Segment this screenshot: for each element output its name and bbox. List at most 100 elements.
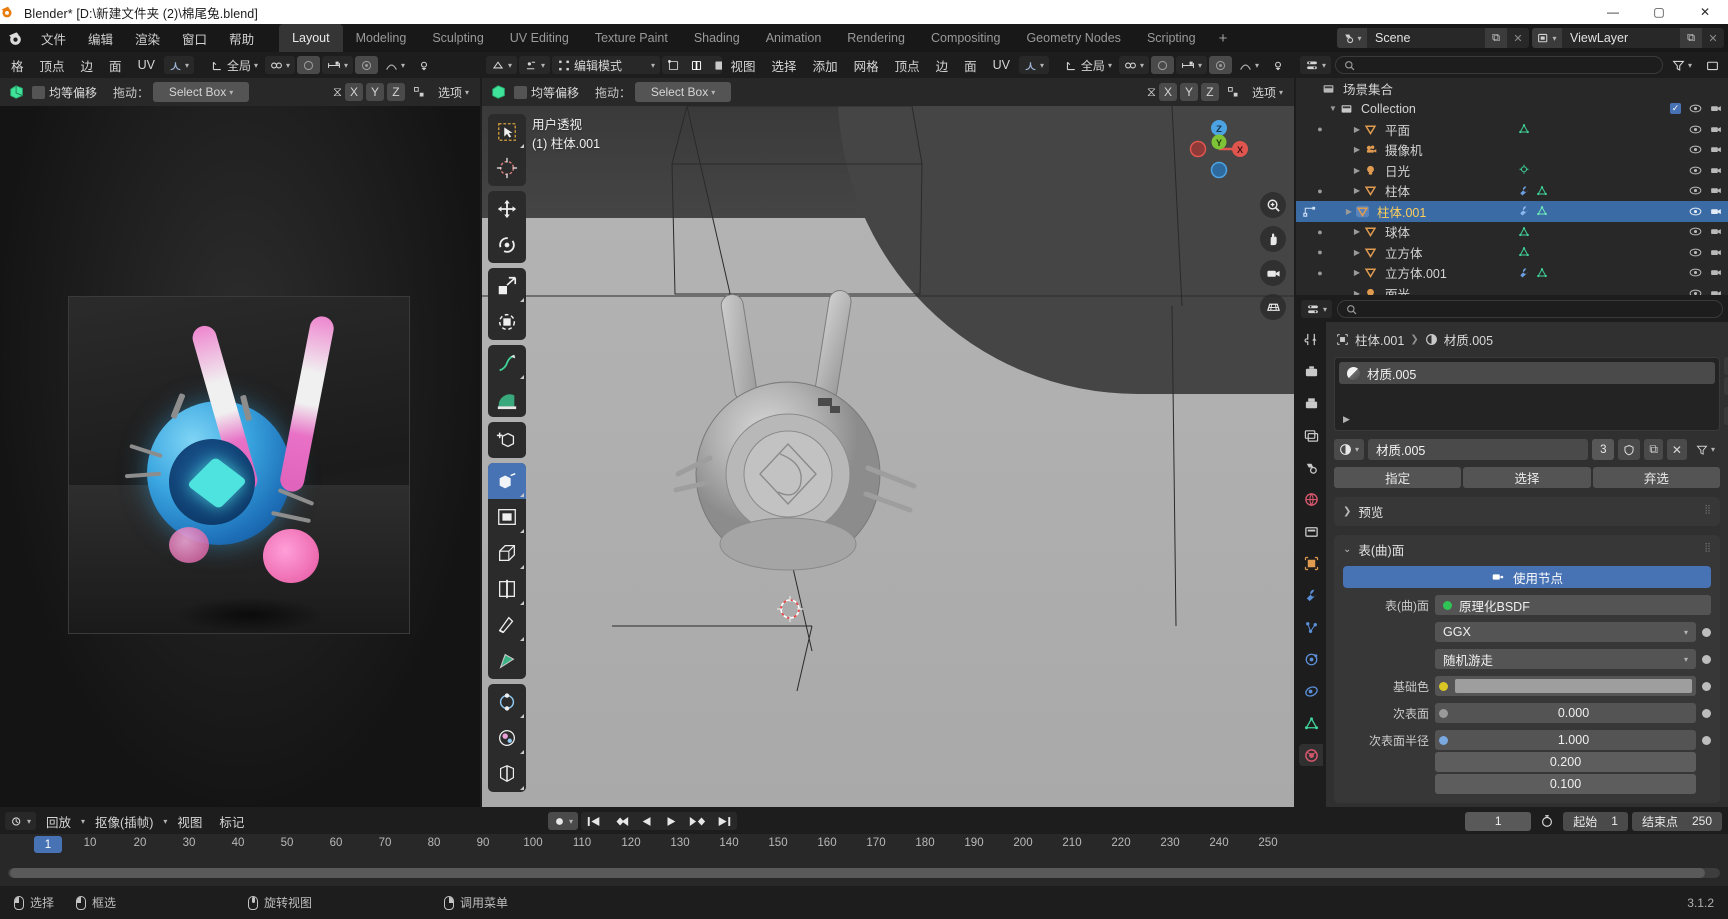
outliner-item-row-7[interactable]: ● ▶ 立方体.001	[1296, 263, 1728, 284]
viewport-menu-uv[interactable]: UV	[986, 58, 1017, 72]
menu-render[interactable]: 渲染	[124, 24, 171, 52]
workspace-tab-shading[interactable]: Shading	[681, 24, 753, 52]
scene-icon[interactable]: ▾	[1337, 28, 1367, 48]
proportional-falloff-dropdown-vp[interactable]: ▾	[1019, 56, 1050, 74]
deselect-button[interactable]: 弃选	[1592, 467, 1720, 488]
tool-rotate[interactable]	[488, 227, 526, 263]
proportional-size-button-vp[interactable]: ▾	[1175, 56, 1207, 74]
workspace-tab-compositing[interactable]: Compositing	[918, 24, 1013, 52]
collection-hide-eye-icon[interactable]	[1689, 103, 1702, 114]
toggle-perspective-icon[interactable]	[1260, 294, 1286, 320]
frame-end-field[interactable]: 结束点 250	[1631, 811, 1722, 831]
camera-view-icon[interactable]	[1260, 260, 1286, 286]
item-2-render-icon[interactable]	[1710, 165, 1722, 176]
outliner-item-row-6[interactable]: ● ▶ 立方体	[1296, 242, 1728, 263]
snapping-dropdown-vp[interactable]: ▾	[1118, 56, 1149, 74]
outliner-item-row-5[interactable]: ● ▶ 球体	[1296, 222, 1728, 243]
tool-move[interactable]	[488, 191, 526, 227]
workspace-tab-scripting[interactable]: Scripting	[1134, 24, 1209, 52]
use-preview-range-icon[interactable]	[1535, 812, 1559, 830]
timeline-scrollbar-thumb[interactable]	[10, 868, 1705, 878]
viewport-options-dropdown[interactable]: 选项 ▾	[1247, 83, 1288, 101]
item-0-mesh-tri-icon[interactable]	[1518, 123, 1530, 135]
mirror-options-button[interactable]	[407, 83, 430, 101]
viewport-drag-mode-dropdown[interactable]: Select Box ▾	[635, 82, 732, 102]
timeline-ruler[interactable]: 1 10 20 30 40 50 60 70 80 90 100 110 120…	[0, 834, 1728, 856]
tab-modifier[interactable]	[1299, 584, 1323, 606]
workspace-tab-layout[interactable]: Layout	[279, 24, 343, 52]
remove-viewlayer-button[interactable]: ✕	[1702, 28, 1724, 48]
viewport-menu-mesh[interactable]: 网格	[847, 56, 886, 75]
item-5-restrict-dot[interactable]: ●	[1314, 227, 1326, 237]
add-material-slot-button[interactable]: +	[1724, 357, 1728, 375]
add-workspace-button[interactable]: +	[1209, 24, 1238, 52]
xray-toggle[interactable]	[1208, 56, 1232, 74]
item-1-hide-eye-icon[interactable]	[1689, 144, 1702, 155]
collection-expand-icon[interactable]: ▼	[1326, 104, 1340, 113]
subsurface-radius-x-field[interactable]: 1.000	[1435, 730, 1696, 750]
properties-editor-type-dropdown[interactable]: ▾	[1301, 300, 1333, 318]
timeline-editor-type-dropdown[interactable]: ▾	[5, 812, 37, 830]
left-options-dropdown[interactable]: 选项 ▾	[433, 83, 474, 101]
workspace-tab-rendering[interactable]: Rendering	[834, 24, 918, 52]
menu-edit[interactable]: 编辑	[77, 24, 124, 52]
tool-loop-cut[interactable]	[488, 571, 526, 607]
current-frame-field[interactable]: 1	[1465, 811, 1532, 831]
item-6-render-icon[interactable]	[1710, 247, 1722, 258]
tool-scale[interactable]	[488, 268, 526, 304]
frame-start-field[interactable]: 起始 1	[1563, 811, 1628, 831]
select-button[interactable]: 选择	[1463, 467, 1591, 488]
navigation-gizmo[interactable]: Z X Y	[1186, 116, 1252, 182]
vertex-select-mode-button[interactable]	[662, 56, 685, 74]
item-4-mesh-tri-icon[interactable]	[1536, 205, 1548, 217]
item-2-expand-icon[interactable]: ▶	[1350, 166, 1364, 175]
new-viewlayer-button[interactable]: ⧉	[1680, 28, 1702, 48]
tab-constraints[interactable]	[1299, 680, 1323, 702]
proportional-size-button[interactable]: ▾	[322, 56, 354, 74]
item-3-modifier-wrench-icon[interactable]	[1518, 185, 1530, 197]
mirror-y-toggle[interactable]: Y	[365, 83, 384, 101]
falloff-curve-dropdown[interactable]: ▾	[380, 56, 410, 74]
pivot-point-dropdown[interactable]: ▾	[519, 56, 551, 74]
item-7-mesh-tri-icon[interactable]	[1536, 267, 1548, 279]
outliner-search-input[interactable]	[1335, 56, 1663, 74]
tool-bevel[interactable]	[488, 535, 526, 571]
interaction-mode-dropdown[interactable]: 编辑模式 ▾	[552, 56, 661, 74]
item-5-mesh-tri-icon[interactable]	[1518, 226, 1530, 238]
distribution-socket-icon[interactable]	[1702, 627, 1711, 637]
timeline-menu-marker[interactable]: 标记	[212, 812, 251, 831]
transform-orientation-dropdown[interactable]: 全局 ▾	[206, 56, 263, 74]
viewlayer-icon[interactable]: ▾	[1532, 28, 1562, 48]
material-users-count[interactable]: 3	[1592, 439, 1615, 460]
distribution-dropdown[interactable]: GGX ▾	[1435, 622, 1696, 642]
workspace-tab-texture-paint[interactable]: Texture Paint	[582, 24, 681, 52]
base-color-field[interactable]	[1435, 676, 1696, 696]
play-button[interactable]	[659, 812, 683, 830]
timeline-horizontal-scrollbar[interactable]	[8, 868, 1720, 878]
subsurface-value-field[interactable]: 0.000	[1435, 703, 1696, 723]
surface-panel-chevron-icon[interactable]: ⌄	[1343, 544, 1351, 555]
menu-window[interactable]: 窗口	[171, 24, 218, 52]
timeline-menu-view[interactable]: 视图	[170, 812, 209, 831]
workspace-tab-sculpting[interactable]: Sculpting	[419, 24, 496, 52]
viewport-menu-edge[interactable]: 边	[929, 56, 956, 75]
base-color-swatch[interactable]	[1455, 679, 1692, 693]
auto-keying-toggle[interactable]: ▾	[548, 812, 579, 830]
item-2-hide-eye-icon[interactable]	[1689, 165, 1702, 176]
left-menu-vertex[interactable]: 顶点	[33, 56, 72, 75]
mirror-options-button-vp[interactable]	[1221, 83, 1244, 101]
subsurface-method-dropdown[interactable]: 随机游走 ▾	[1435, 649, 1696, 669]
outliner-new-collection-icon[interactable]	[1701, 56, 1724, 74]
jump-to-start-button[interactable]	[581, 812, 607, 830]
tab-object[interactable]	[1299, 552, 1323, 574]
item-7-expand-icon[interactable]: ▶	[1350, 268, 1364, 277]
move-view-icon[interactable]	[1260, 226, 1286, 252]
new-material-button[interactable]: ⧉	[1644, 439, 1663, 460]
item-5-hide-eye-icon[interactable]	[1689, 226, 1702, 237]
item-0-render-icon[interactable]	[1710, 124, 1722, 135]
editor-type-dropdown[interactable]: ▾	[486, 56, 518, 74]
tab-viewlayer[interactable]	[1299, 424, 1323, 446]
outliner-editor-type-dropdown[interactable]: ▾	[1300, 56, 1332, 74]
material-slot-row[interactable]: 材质.005	[1339, 362, 1715, 384]
tab-render[interactable]	[1299, 360, 1323, 382]
